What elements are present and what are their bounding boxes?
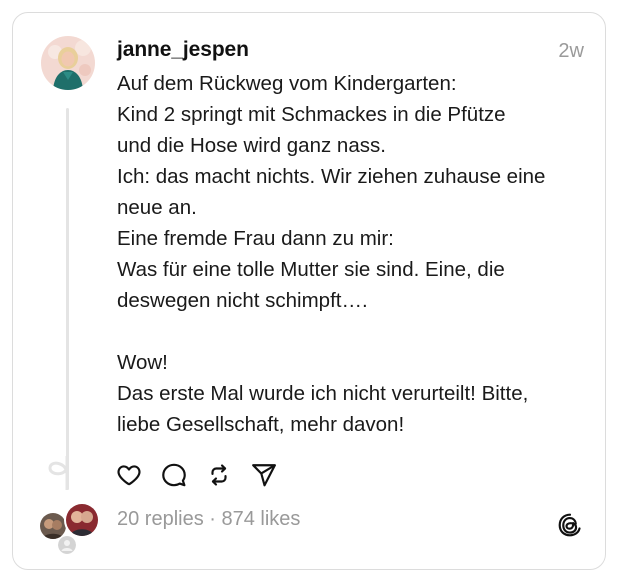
- post-line: deswegen nicht schimpft….: [117, 289, 368, 312]
- heart-icon: [117, 465, 141, 486]
- post-timestamp[interactable]: 2w: [558, 40, 584, 63]
- post-line: Was für eine tolle Mutter sie sind. Eine…: [117, 258, 505, 281]
- like-button[interactable]: [115, 461, 143, 489]
- post-line: und die Hose wird ganz nass.: [117, 134, 386, 157]
- comment-icon: [162, 463, 186, 487]
- author-avatar[interactable]: [41, 36, 95, 90]
- username[interactable]: janne_jespen: [117, 38, 249, 62]
- post-text: Auf dem Rückweg vom Kindergarten: Kind 2…: [117, 68, 597, 440]
- send-icon: [252, 464, 276, 487]
- action-bar: [115, 461, 295, 489]
- thread-line: [66, 108, 69, 490]
- share-button[interactable]: [250, 461, 278, 489]
- repost-button[interactable]: [205, 461, 233, 489]
- post-line: [117, 316, 597, 347]
- post-line: Ich: das macht nichts. Wir ziehen zuhaus…: [117, 165, 546, 188]
- threads-logo-icon[interactable]: [557, 512, 583, 538]
- post-line: Wow!: [117, 351, 168, 374]
- thread-loop-icon: [44, 454, 84, 495]
- post-line: Das erste Mal wurde ich nicht verurteilt…: [117, 382, 529, 405]
- post-line: Kind 2 springt mit Schmackes in die Pfüt…: [117, 103, 506, 126]
- reply-button[interactable]: [160, 461, 188, 489]
- reply-avatar[interactable]: [64, 502, 100, 538]
- post-line: liebe Gesellschaft, mehr davon!: [117, 413, 405, 436]
- post-line: Auf dem Rückweg vom Kindergarten:: [117, 72, 457, 95]
- repost-icon: [211, 464, 227, 486]
- reply-avatar[interactable]: [58, 536, 76, 554]
- post-line: neue an.: [117, 196, 197, 219]
- post-stats[interactable]: 20 replies · 874 likes: [117, 508, 300, 531]
- post-line: Eine fremde Frau dann zu mir:: [117, 227, 394, 250]
